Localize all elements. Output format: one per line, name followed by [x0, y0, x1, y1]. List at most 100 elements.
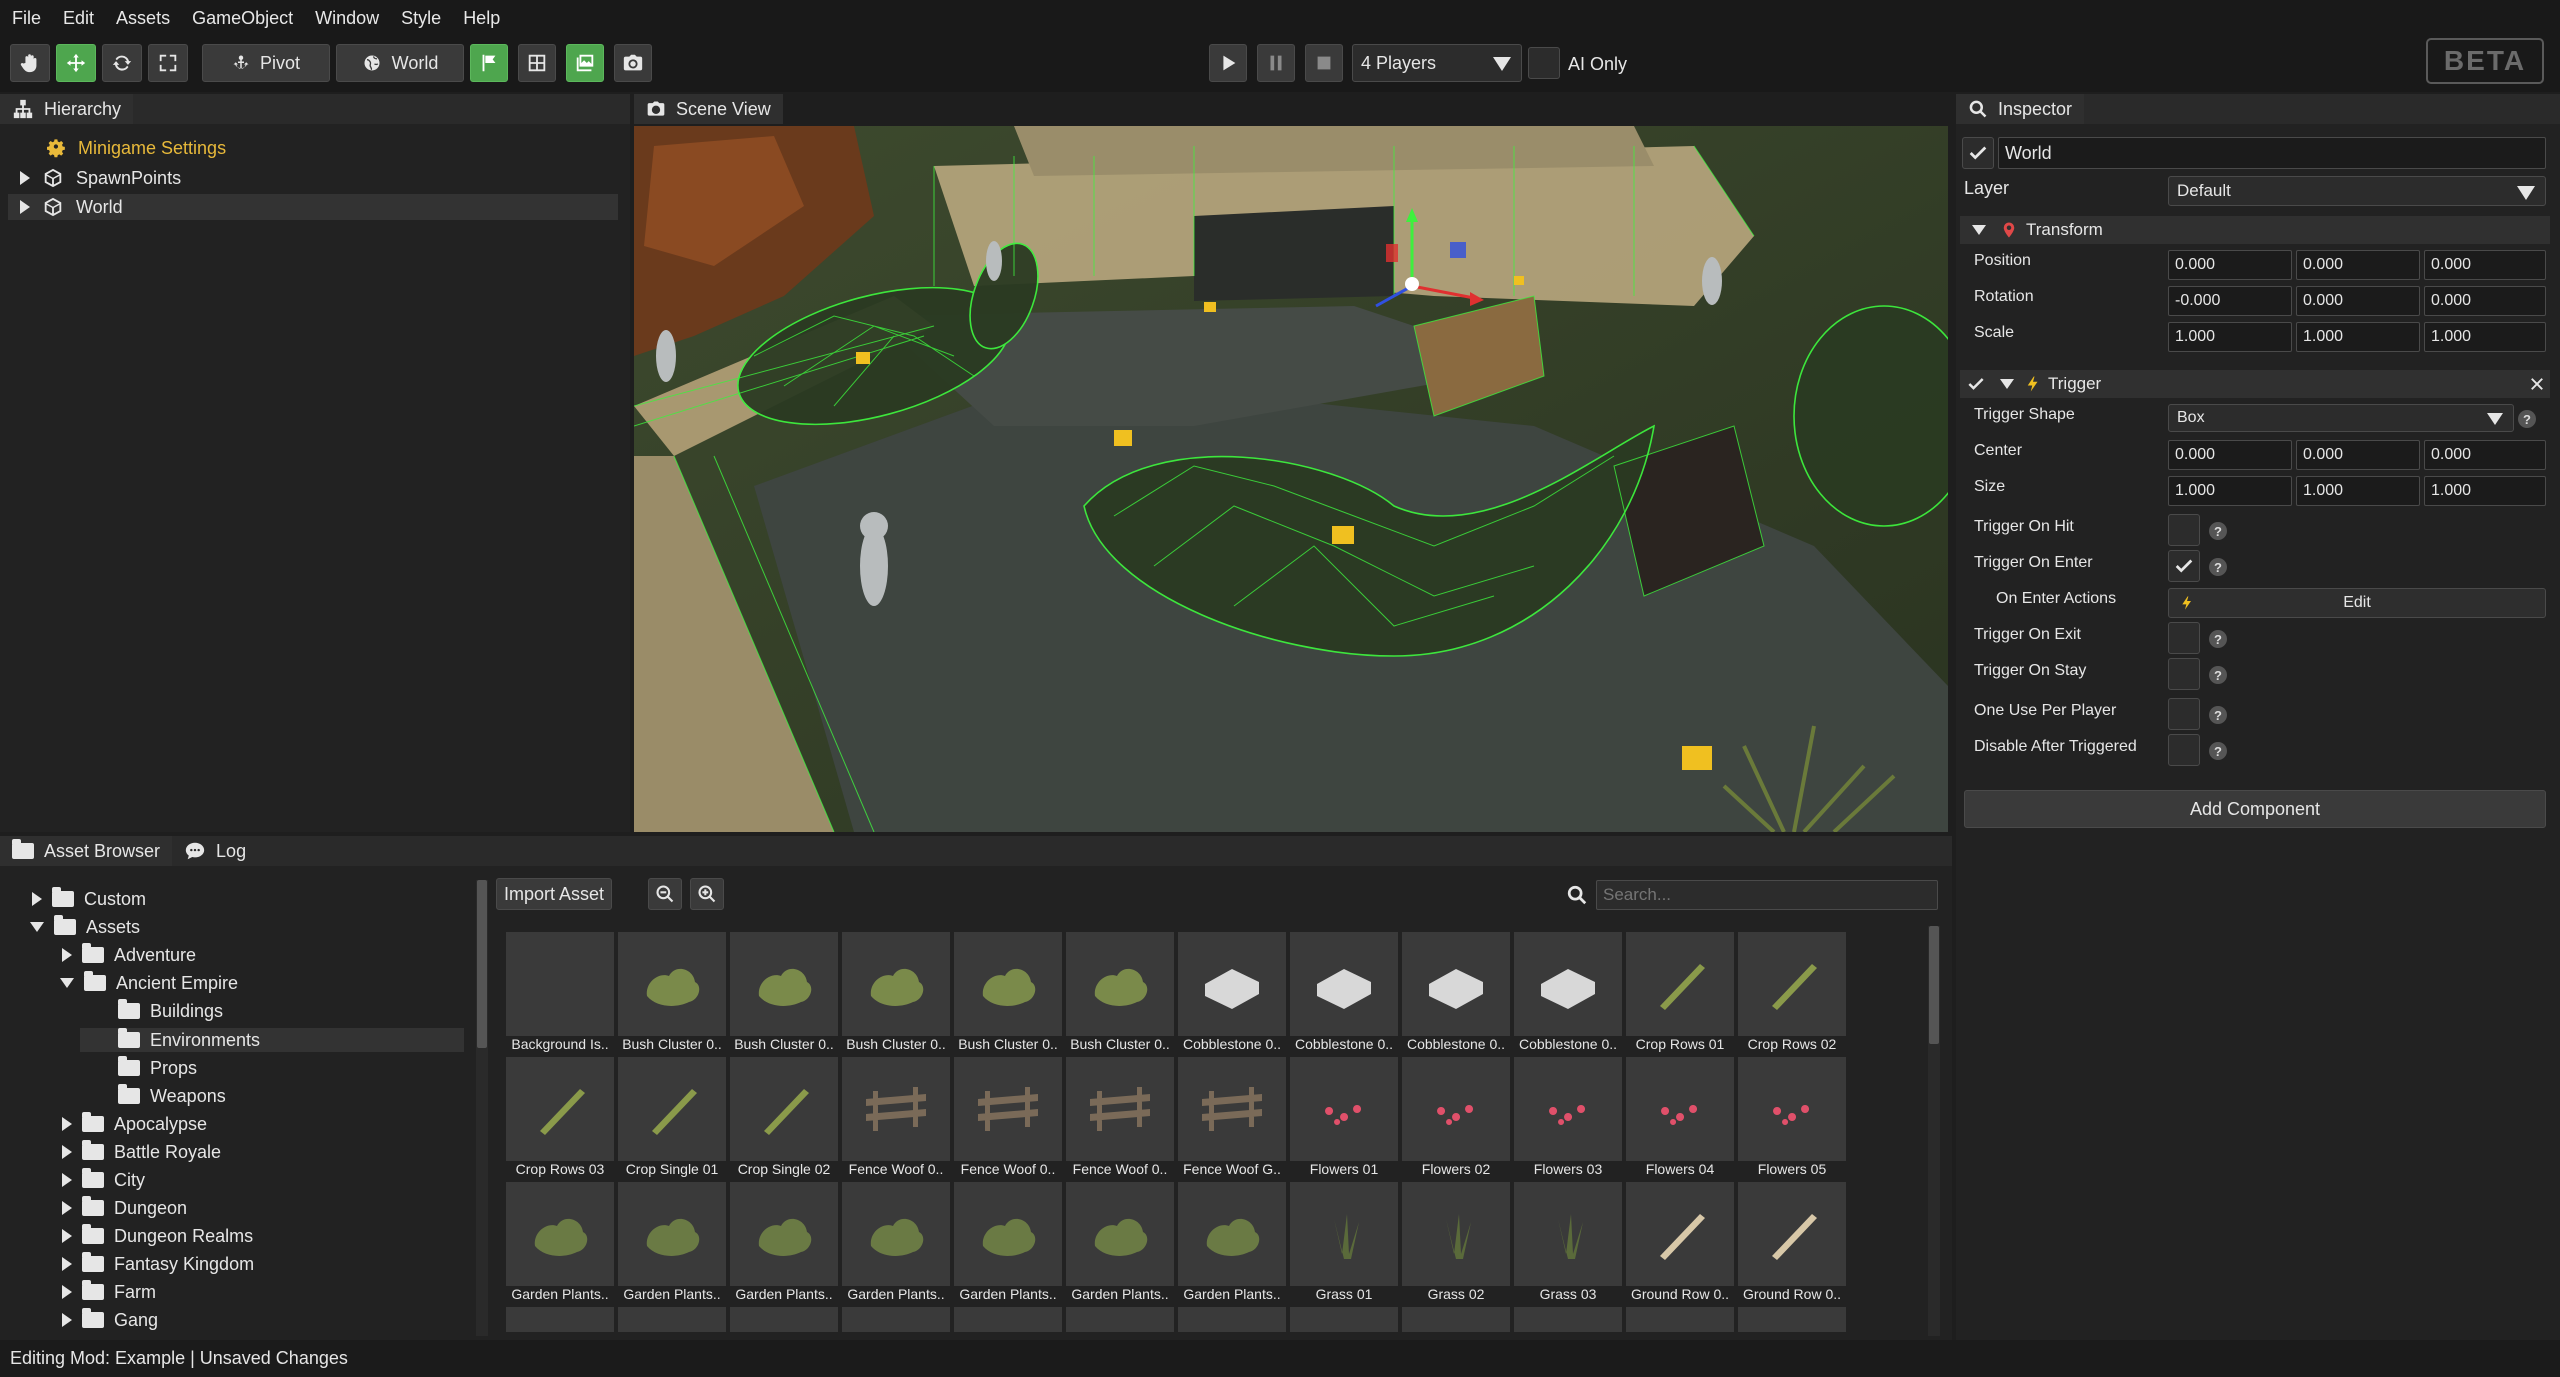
asset-item[interactable]: Grass 02	[1402, 1182, 1510, 1302]
collapse-arrow-icon[interactable]	[30, 922, 44, 932]
trigger-on-stay-checkbox[interactable]	[2168, 658, 2200, 690]
scrollbar-thumb[interactable]	[1929, 926, 1939, 1044]
tab-scene-view[interactable]: Scene View	[634, 94, 783, 124]
zoom-out-button[interactable]	[648, 878, 682, 910]
folder-ancient-empire[interactable]: Ancient Empire	[60, 970, 238, 996]
center-y-field[interactable]: 0.000	[2296, 440, 2420, 470]
folder-assets[interactable]: Assets	[30, 914, 140, 940]
help-icon[interactable]: ?	[2209, 742, 2227, 760]
trigger-enabled-checkbox[interactable]	[1962, 370, 1990, 398]
help-icon[interactable]: ?	[2209, 706, 2227, 724]
menu-gameobject[interactable]: GameObject	[192, 8, 293, 29]
expand-arrow-icon[interactable]	[20, 171, 30, 185]
folder-fantasy-kingdom[interactable]: Fantasy Kingdom	[62, 1251, 254, 1277]
asset-item[interactable]: Ground Row 0..	[1738, 1182, 1846, 1302]
players-dropdown[interactable]: 4 Players	[1352, 44, 1522, 82]
asset-item[interactable]: Garden Plants..	[730, 1182, 838, 1302]
hierarchy-item-spawnpoints[interactable]: SpawnPoints	[20, 164, 181, 192]
menu-window[interactable]: Window	[315, 8, 379, 29]
asset-item[interactable]: Flowers 05	[1738, 1057, 1846, 1177]
size-y-field[interactable]: 1.000	[2296, 476, 2420, 506]
folder-apocalypse[interactable]: Apocalypse	[62, 1111, 207, 1137]
one-use-per-player-checkbox[interactable]	[2168, 698, 2200, 730]
asset-item[interactable]: Flowers 04	[1626, 1057, 1734, 1177]
asset-item[interactable]: Garden Plants..	[1178, 1182, 1286, 1302]
expand-arrow-icon[interactable]	[62, 1145, 72, 1159]
position-x-field[interactable]: 0.000	[2168, 250, 2292, 280]
asset-item[interactable]: Crop Rows 02	[1738, 932, 1846, 1052]
rotate-tool-button[interactable]	[102, 44, 142, 82]
folder-weapons[interactable]: Weapons	[118, 1083, 226, 1109]
position-y-field[interactable]: 0.000	[2296, 250, 2420, 280]
asset-item[interactable]	[1066, 1307, 1174, 1332]
trigger-on-enter-checkbox[interactable]	[2168, 550, 2200, 582]
scale-y-field[interactable]: 1.000	[2296, 322, 2420, 352]
asset-item[interactable]: Bush Cluster 0..	[842, 932, 950, 1052]
scale-z-field[interactable]: 1.000	[2424, 322, 2546, 352]
trigger-section-header[interactable]: Trigger	[1960, 370, 2550, 398]
collapse-arrow-icon[interactable]	[1972, 225, 1986, 235]
expand-arrow-icon[interactable]	[20, 200, 30, 214]
asset-item[interactable]: Cobblestone 0..	[1290, 932, 1398, 1052]
asset-item[interactable]: Background Is..	[506, 932, 614, 1052]
asset-item[interactable]: Cobblestone 0..	[1514, 932, 1622, 1052]
asset-item[interactable]: Flowers 02	[1402, 1057, 1510, 1177]
asset-item[interactable]: Garden Plants..	[618, 1182, 726, 1302]
position-z-field[interactable]: 0.000	[2424, 250, 2546, 280]
help-icon[interactable]: ?	[2518, 410, 2536, 428]
trigger-on-exit-checkbox[interactable]	[2168, 622, 2200, 654]
asset-item[interactable]	[618, 1307, 726, 1332]
object-name-field[interactable]: World	[1998, 137, 2546, 169]
world-space-toggle-button[interactable]: World	[336, 44, 464, 82]
folder-custom[interactable]: Custom	[32, 886, 146, 912]
asset-item[interactable]: Bush Cluster 0..	[1066, 932, 1174, 1052]
scene-viewport[interactable]	[634, 126, 1948, 832]
collapse-arrow-icon[interactable]	[2000, 379, 2014, 389]
zoom-in-button[interactable]	[690, 878, 724, 910]
folder-tree-scrollbar[interactable]	[476, 880, 488, 1336]
asset-item[interactable]: Fence Woof 0..	[842, 1057, 950, 1177]
folder-adventure[interactable]: Adventure	[62, 942, 196, 968]
scale-tool-button[interactable]	[148, 44, 188, 82]
folder-environments[interactable]: Environments	[118, 1027, 260, 1053]
trigger-on-hit-checkbox[interactable]	[2168, 514, 2200, 546]
asset-item[interactable]: Crop Rows 01	[1626, 932, 1734, 1052]
asset-item[interactable]	[1290, 1307, 1398, 1332]
asset-item[interactable]: Garden Plants..	[842, 1182, 950, 1302]
folder-city[interactable]: City	[62, 1167, 145, 1193]
menu-file[interactable]: File	[12, 8, 41, 29]
asset-item[interactable]: Fence Woof 0..	[954, 1057, 1062, 1177]
expand-arrow-icon[interactable]	[62, 1257, 72, 1271]
asset-item[interactable]: Flowers 01	[1290, 1057, 1398, 1177]
images-toggle-button[interactable]	[566, 44, 604, 82]
folder-farm[interactable]: Farm	[62, 1279, 156, 1305]
layer-dropdown[interactable]: Default	[2168, 176, 2546, 206]
asset-item[interactable]	[1626, 1307, 1734, 1332]
center-z-field[interactable]: 0.000	[2424, 440, 2546, 470]
size-x-field[interactable]: 1.000	[2168, 476, 2292, 506]
asset-item[interactable]: Bush Cluster 0..	[730, 932, 838, 1052]
asset-item[interactable]: Crop Rows 03	[506, 1057, 614, 1177]
menu-style[interactable]: Style	[401, 8, 441, 29]
asset-item[interactable]: Cobblestone 0..	[1178, 932, 1286, 1052]
expand-arrow-icon[interactable]	[32, 892, 42, 906]
pivot-toggle-button[interactable]: Pivot	[202, 44, 330, 82]
folder-battle-royale[interactable]: Battle Royale	[62, 1139, 221, 1165]
help-icon[interactable]: ?	[2209, 522, 2227, 540]
asset-item[interactable]: Cobblestone 0..	[1402, 932, 1510, 1052]
asset-item[interactable]	[842, 1307, 950, 1332]
asset-item[interactable]: Ground Row 0..	[1626, 1182, 1734, 1302]
collapse-arrow-icon[interactable]	[60, 978, 74, 988]
rotation-z-field[interactable]: 0.000	[2424, 286, 2546, 316]
scale-x-field[interactable]: 1.000	[2168, 322, 2292, 352]
menu-help[interactable]: Help	[463, 8, 500, 29]
hierarchy-item-world[interactable]: World	[20, 193, 123, 221]
tab-inspector[interactable]: Inspector	[1956, 94, 2085, 124]
tab-log[interactable]: Log	[172, 836, 258, 866]
folder-gang[interactable]: Gang	[62, 1307, 158, 1333]
asset-item[interactable]: Crop Single 02	[730, 1057, 838, 1177]
trigger-shape-dropdown[interactable]: Box	[2168, 404, 2514, 432]
help-icon[interactable]: ?	[2209, 666, 2227, 684]
screenshot-button[interactable]	[614, 44, 652, 82]
move-tool-button[interactable]	[56, 44, 96, 82]
